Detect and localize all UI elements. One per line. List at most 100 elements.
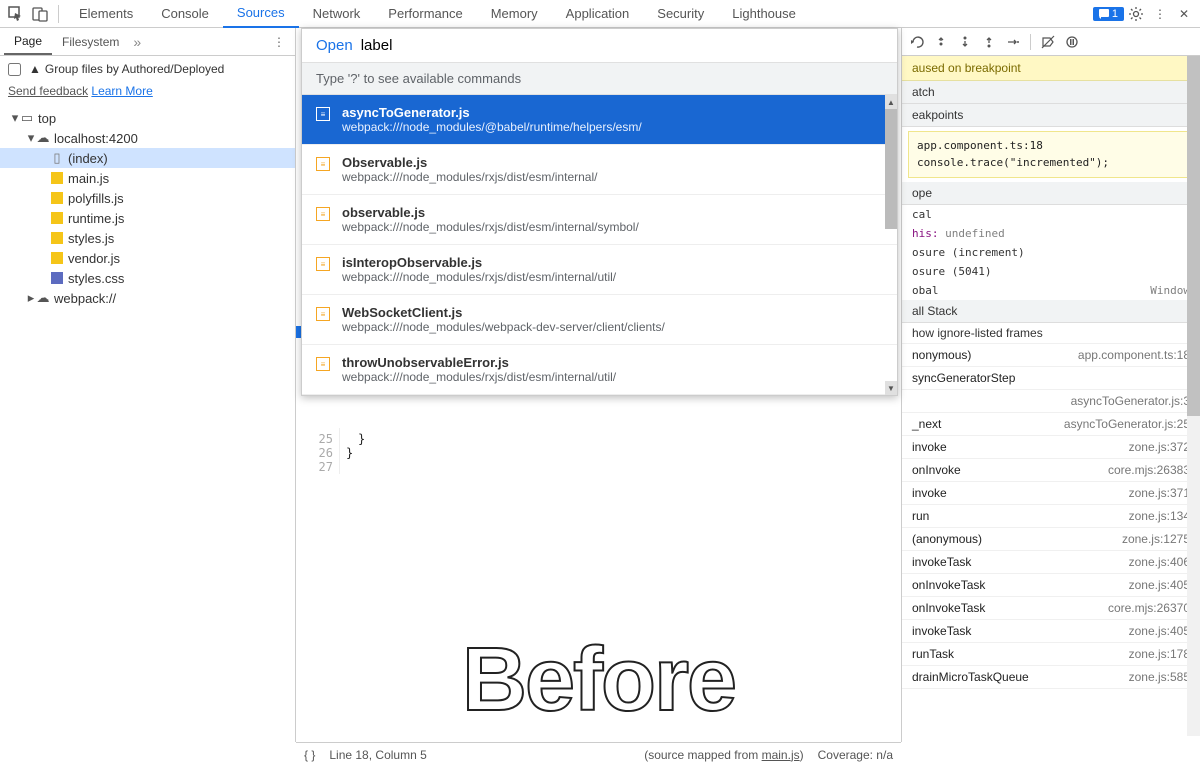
callstack-section[interactable]: all Stack [902,300,1200,323]
stack-frame[interactable]: invokezone.js:371 [902,482,1200,505]
frame-location: zone.js:405 [1129,624,1190,638]
scope-closure-1[interactable]: osure (increment) [902,243,1200,262]
tab-elements[interactable]: Elements [65,0,147,27]
stack-frame[interactable]: syncGeneratorStep [902,367,1200,390]
pause-exceptions-icon[interactable] [1061,31,1083,53]
stack-frame[interactable]: onInvokeTaskcore.mjs:26370 [902,597,1200,620]
stack-frame[interactable]: onInvokecore.mjs:26383 [902,459,1200,482]
ignore-listed-toggle[interactable]: how ignore-listed frames [902,323,1200,344]
scope-global[interactable]: obalWindow [902,281,1200,300]
tab-application[interactable]: Application [552,0,644,27]
nav-tab-page[interactable]: Page [4,29,52,55]
learn-more-link[interactable]: Learn More [91,84,152,98]
scope-local[interactable]: cal [902,205,1200,224]
step-icon[interactable] [1002,31,1024,53]
nav-tab-filesystem[interactable]: Filesystem [52,30,129,54]
tab-security[interactable]: Security [643,0,718,27]
frame-location: core.mjs:26383 [1108,463,1190,477]
tree-file-styles-js[interactable]: styles.js [0,228,295,248]
kebab-icon[interactable]: ⋮ [1148,2,1172,26]
tree-file-index[interactable]: ▯(index) [0,148,295,168]
scope-this: his: undefined [902,224,1200,243]
tree-top[interactable]: ▾▭top [0,108,295,128]
step-out-icon[interactable] [978,31,1000,53]
open-file-dropdown: Open Type '?' to see available commands … [301,28,898,396]
open-result-item[interactable]: ≡Observable.jswebpack:///node_modules/rx… [302,145,897,195]
deactivate-bp-icon[interactable] [1037,31,1059,53]
frame-function: nonymous) [912,348,971,362]
frame-function: invokeTask [912,555,971,569]
scrollbar-thumb[interactable] [885,109,897,229]
separator [58,5,59,23]
file-icon: ≡ [316,257,330,271]
stack-frame[interactable]: runTaskzone.js:178 [902,643,1200,666]
step-into-icon[interactable] [954,31,976,53]
tab-sources[interactable]: Sources [223,0,299,28]
group-files-checkbox[interactable] [8,63,21,76]
open-result-item[interactable]: ≡isInteropObservable.jswebpack:///node_m… [302,245,897,295]
device-toggle-icon[interactable] [28,2,52,26]
stack-frame[interactable]: nonymous)app.component.ts:18 [902,344,1200,367]
status-bar: { } Line 18, Column 5 (source mapped fro… [296,742,901,766]
source-map-link[interactable]: main.js [762,748,800,762]
pretty-print-icon[interactable]: { } [304,748,315,762]
source-map-info: (source mapped from main.js) [644,748,803,762]
settings-icon[interactable] [1124,2,1148,26]
frame-location: zone.js:134 [1129,509,1190,523]
scope-closure-2[interactable]: osure (5041) [902,262,1200,281]
stack-frame[interactable]: asyncToGenerator.js:3 [902,390,1200,413]
stack-frame[interactable]: run zone.js:134 [902,505,1200,528]
frame-function: run [912,509,929,523]
open-result-item[interactable]: ≡throwUnobservableError.jswebpack:///nod… [302,345,897,395]
nav-more-tabs[interactable]: » [133,34,141,50]
open-result-item[interactable]: ≡WebSocketClient.jswebpack:///node_modul… [302,295,897,345]
nav-kebab-icon[interactable]: ⋮ [267,35,291,49]
scroll-up-icon[interactable]: ▲ [885,95,897,109]
open-result-item[interactable]: ≡observable.jswebpack:///node_modules/rx… [302,195,897,245]
tree-webpack[interactable]: ▸☁webpack:// [0,288,295,308]
stack-frame[interactable]: onInvokeTaskzone.js:405 [902,574,1200,597]
tab-performance[interactable]: Performance [374,0,476,27]
tab-console[interactable]: Console [147,0,223,27]
tab-memory[interactable]: Memory [477,0,552,27]
resume-icon[interactable] [906,31,928,53]
stack-frame[interactable]: drainMicroTaskQueuezone.js:585 [902,666,1200,689]
tree-file-runtime[interactable]: runtime.js [0,208,295,228]
tree-file-vendor[interactable]: vendor.js [0,248,295,268]
tree-file-styles-css[interactable]: styles.css [0,268,295,288]
watch-section[interactable]: atch [902,81,1200,104]
frame-function: invoke [912,440,947,454]
open-file-input[interactable] [361,37,883,54]
send-feedback-link[interactable]: Send feedback [8,84,88,98]
step-over-icon[interactable] [930,31,952,53]
tree-file-polyfills[interactable]: polyfills.js [0,188,295,208]
frame-function: drainMicroTaskQueue [912,670,1029,684]
breakpoint-entry[interactable]: app.component.ts:18 console.trace("incre… [908,131,1194,178]
file-icon: ≡ [316,107,330,121]
debugger-pane: aused on breakpoint atch eakpoints app.c… [901,28,1200,742]
stack-frame[interactable]: invokeTaskzone.js:406 [902,551,1200,574]
stack-frame[interactable]: _nextasyncToGenerator.js:25 [902,413,1200,436]
issues-badge[interactable]: 1 [1093,7,1124,21]
right-scrollbar-thumb[interactable] [1187,56,1200,416]
stack-frame[interactable]: invokezone.js:372 [902,436,1200,459]
code-lines[interactable]: } } [340,428,365,460]
right-scrollbar-track[interactable] [1187,56,1200,736]
open-results-list: ▲ ▼ ≡asyncToGenerator.jswebpack:///node_… [302,95,897,395]
close-icon[interactable]: ✕ [1172,2,1196,26]
stack-frame[interactable]: (anonymous)zone.js:1275 [902,528,1200,551]
breakpoints-section[interactable]: eakpoints [902,104,1200,127]
tree-host[interactable]: ▾☁localhost:4200 [0,128,295,148]
frame-function: invoke [912,486,947,500]
frame-location: core.mjs:26370 [1108,601,1190,615]
cursor-position: Line 18, Column 5 [329,748,426,762]
tab-lighthouse[interactable]: Lighthouse [718,0,810,27]
tab-network[interactable]: Network [299,0,375,27]
open-result-item[interactable]: ≡asyncToGenerator.jswebpack:///node_modu… [302,95,897,145]
stack-frame[interactable]: invokeTaskzone.js:405 [902,620,1200,643]
group-files-label: Group files by Authored/Deployed [45,62,224,76]
scope-section[interactable]: ope [902,182,1200,205]
tree-file-main[interactable]: main.js [0,168,295,188]
scroll-down-icon[interactable]: ▼ [885,381,897,395]
inspect-icon[interactable] [4,2,28,26]
